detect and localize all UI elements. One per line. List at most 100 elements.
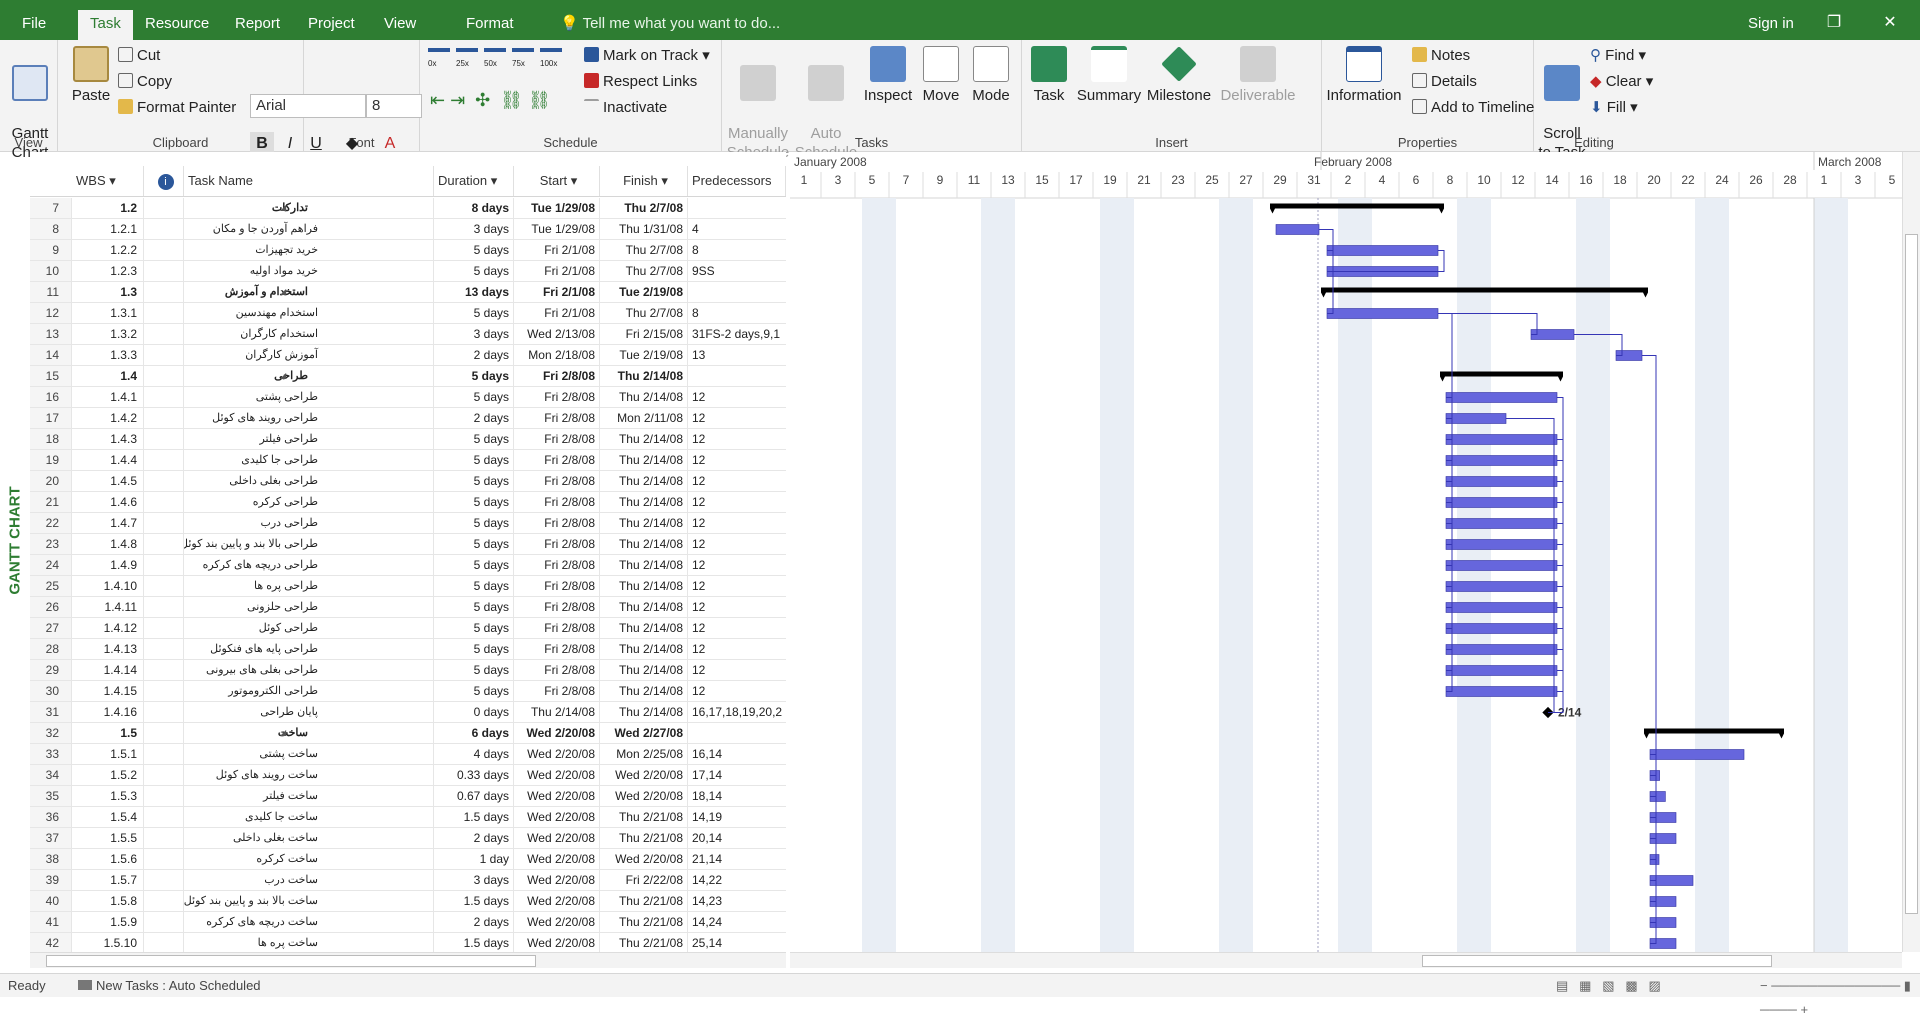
row-id[interactable]: 23 [30,534,72,554]
duration-cell[interactable]: 5 days [434,429,514,449]
indicator-cell[interactable] [144,891,184,911]
finish-cell[interactable]: Thu 2/7/08 [600,303,688,323]
wbs-cell[interactable]: 1.4.7 [72,513,144,533]
start-cell[interactable]: Fri 2/8/08 [514,387,600,407]
vertical-scrollbar[interactable] [1902,152,1920,952]
wbs-cell[interactable]: 1.5.2 [72,765,144,785]
pct-0-button[interactable]: 0x [428,48,450,76]
start-cell[interactable]: Fri 2/1/08 [514,303,600,323]
row-id[interactable]: 15 [30,366,72,386]
start-cell[interactable]: Tue 1/29/08 [514,198,600,218]
finish-cell[interactable]: Thu 2/14/08 [600,429,688,449]
mark-on-track-button[interactable]: Mark on Track ▾ [584,44,710,68]
outdent-indent-icons[interactable]: ⇤ ⇥ ✣ ⛓ ⛓ [430,88,551,112]
task-name-cell[interactable]: ساخت پره ها [184,933,434,952]
row-id[interactable]: 30 [30,681,72,701]
wbs-cell[interactable]: 1.3.3 [72,345,144,365]
column-header-task-name[interactable]: Task Name [184,166,434,196]
task-name-cell[interactable]: طراحی دریچه های کرکره [184,555,434,575]
duration-cell[interactable]: 5 days [434,387,514,407]
predecessors-cell[interactable]: 12 [688,660,786,680]
row-id[interactable]: 40 [30,891,72,911]
task-name-cell[interactable]: طراحی [184,366,434,386]
wbs-cell[interactable]: 1.4 [72,366,144,386]
duration-cell[interactable]: 1.5 days [434,891,514,911]
table-row[interactable]: 13 1.3.2 استخدام کارگران 3 days Wed 2/13/08 F… [30,324,786,345]
predecessors-cell[interactable]: 21,14 [688,849,786,869]
row-id[interactable]: 31 [30,702,72,722]
predecessors-cell[interactable]: 12 [688,576,786,596]
predecessors-cell[interactable]: 8 [688,240,786,260]
inspect-button[interactable]: Inspect [862,46,914,105]
indicator-cell[interactable] [144,282,184,302]
finish-cell[interactable]: Thu 2/14/08 [600,492,688,512]
finish-cell[interactable]: Thu 2/14/08 [600,450,688,470]
table-row[interactable]: 26 1.4.11 طراحی حلزونی 5 days Fri 2/8/08 Thu … [30,597,786,618]
start-cell[interactable]: Fri 2/8/08 [514,639,600,659]
start-cell[interactable]: Wed 2/20/08 [514,765,600,785]
duration-cell[interactable]: 13 days [434,282,514,302]
indicator-cell[interactable] [144,786,184,806]
wbs-cell[interactable]: 1.5.4 [72,807,144,827]
row-id[interactable]: 24 [30,555,72,575]
task-name-cell[interactable]: استخدام و آموزش [184,282,434,302]
grid-horizontal-scrollbar[interactable] [30,952,786,968]
finish-cell[interactable]: Thu 2/14/08 [600,366,688,386]
wbs-cell[interactable]: 1.2 [72,198,144,218]
move-button[interactable]: Move [918,46,964,105]
start-cell[interactable]: Fri 2/8/08 [514,618,600,638]
row-id[interactable]: 13 [30,324,72,344]
predecessors-cell[interactable]: 12 [688,618,786,638]
task-name-cell[interactable]: ساخت بغلی داخلی [184,828,434,848]
start-cell[interactable]: Fri 2/8/08 [514,534,600,554]
wbs-cell[interactable]: 1.4.11 [72,597,144,617]
clear-button[interactable]: ◆ Clear ▾ [1590,70,1653,94]
finish-cell[interactable]: Tue 2/19/08 [600,282,688,302]
task-name-cell[interactable]: طراحی الکتروموتور [184,681,434,701]
wbs-cell[interactable]: 1.3.1 [72,303,144,323]
table-row[interactable]: 42 1.5.10 ساخت پره ها 1.5 days Wed 2/20/08 Th… [30,933,786,952]
row-id[interactable]: 35 [30,786,72,806]
row-id[interactable]: 18 [30,429,72,449]
start-cell[interactable]: Wed 2/20/08 [514,807,600,827]
finish-cell[interactable]: Mon 2/11/08 [600,408,688,428]
milestone-button[interactable]: Milestone [1144,46,1214,105]
zoom-slider[interactable]: − ────────────── ▮ ──── + [1760,974,1920,1022]
finish-cell[interactable]: Thu 2/14/08 [600,597,688,617]
wbs-cell[interactable]: 1.4.15 [72,681,144,701]
task-name-cell[interactable]: طراحی کرکره [184,492,434,512]
indicator-cell[interactable] [144,849,184,869]
start-cell[interactable]: Fri 2/1/08 [514,240,600,260]
row-id[interactable]: 7 [30,198,72,218]
start-cell[interactable]: Fri 2/8/08 [514,429,600,449]
duration-cell[interactable]: 5 days [434,639,514,659]
finish-cell[interactable]: Thu 2/14/08 [600,618,688,638]
finish-cell[interactable]: Fri 2/15/08 [600,324,688,344]
duration-cell[interactable]: 5 days [434,513,514,533]
task-name-cell[interactable]: خرید تجهیزات [184,240,434,260]
start-cell[interactable]: Wed 2/20/08 [514,891,600,911]
notes-button[interactable]: Notes [1412,44,1470,68]
duration-cell[interactable]: 3 days [434,870,514,890]
finish-cell[interactable]: Thu 2/21/08 [600,807,688,827]
wbs-cell[interactable]: 1.3.2 [72,324,144,344]
start-cell[interactable]: Thu 2/14/08 [514,702,600,722]
row-id[interactable]: 9 [30,240,72,260]
start-cell[interactable]: Fri 2/8/08 [514,408,600,428]
table-row[interactable]: 29 1.4.14 طراحی بغلی های بیرونی 5 days Fri 2… [30,660,786,681]
row-id[interactable]: 17 [30,408,72,428]
wbs-cell[interactable]: 1.2.3 [72,261,144,281]
duration-cell[interactable]: 5 days [434,366,514,386]
wbs-cell[interactable]: 1.4.9 [72,555,144,575]
finish-cell[interactable]: Fri 2/22/08 [600,870,688,890]
predecessors-cell[interactable]: 12 [688,429,786,449]
start-cell[interactable]: Wed 2/20/08 [514,744,600,764]
row-id[interactable]: 36 [30,807,72,827]
predecessors-cell[interactable] [688,198,786,218]
indicator-cell[interactable] [144,513,184,533]
wbs-cell[interactable]: 1.5.1 [72,744,144,764]
task-name-cell[interactable]: طراحی حلزونی [184,597,434,617]
indicator-cell[interactable] [144,450,184,470]
duration-cell[interactable]: 5 days [434,240,514,260]
start-cell[interactable]: Tue 1/29/08 [514,219,600,239]
